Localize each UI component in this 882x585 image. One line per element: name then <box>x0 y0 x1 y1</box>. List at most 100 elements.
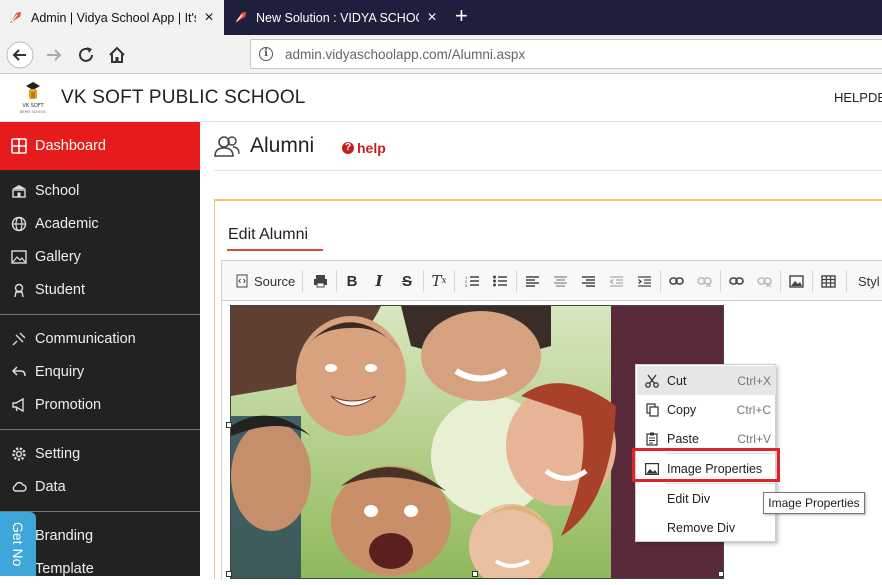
sidebar-item-gallery[interactable]: Gallery <box>0 240 200 273</box>
menu-item-cut[interactable]: Cut Ctrl+X <box>637 366 776 395</box>
anchor-button[interactable] <box>726 272 746 290</box>
communication-icon <box>9 329 29 349</box>
print-button[interactable] <box>310 272 330 290</box>
title-underline <box>227 249 323 251</box>
align-center-icon <box>553 275 567 287</box>
resize-handle[interactable] <box>718 571 724 577</box>
table-icon <box>820 274 836 288</box>
new-tab-button[interactable]: + <box>455 4 468 28</box>
browser-nav-bar: i admin.vidyaschoolapp.com/Alumni.aspx <box>0 35 882 74</box>
get-now-label: Get No <box>10 522 26 567</box>
unlink-button[interactable] <box>694 272 714 290</box>
sidebar-item-dashboard[interactable]: Dashboard <box>0 122 200 170</box>
page-header: Alumni <box>214 134 314 158</box>
sidebar-item-academic[interactable]: Academic <box>0 207 200 240</box>
tab-admin[interactable]: Admin | Vidya School App | It's × <box>0 0 224 35</box>
italic-button[interactable]: I <box>369 272 389 290</box>
menu-item-shortcut: Ctrl+X <box>737 373 771 388</box>
align-right-icon <box>581 275 595 287</box>
sidebar-item-promotion[interactable]: Promotion <box>0 388 200 421</box>
sidebar-item-setting[interactable]: Setting <box>0 437 200 470</box>
align-left-button[interactable] <box>522 272 542 290</box>
sidebar-item-communication[interactable]: Communication <box>0 322 200 355</box>
anchor-link-icon <box>728 277 744 285</box>
tab-title: New Solution : VIDYA SCHOOL <box>256 10 419 25</box>
insert-image-button[interactable] <box>786 272 806 290</box>
menu-item-shortcut: Ctrl+C <box>736 402 771 417</box>
toolbar-separator <box>812 270 813 292</box>
editor-toolbar: Source B I S Tx 123 Styl <box>222 261 882 301</box>
resize-handle[interactable] <box>226 422 232 428</box>
forward-arrow-icon <box>47 49 62 61</box>
close-tab-icon[interactable]: × <box>202 9 216 27</box>
sidebar-item-school[interactable]: School <box>0 174 200 207</box>
forward-button[interactable] <box>40 41 68 69</box>
align-left-icon <box>525 275 539 287</box>
sidebar-item-label: Branding <box>35 527 94 544</box>
sidebar-item-data[interactable]: Data <box>0 470 200 503</box>
remove-anchor-button[interactable] <box>754 272 774 290</box>
sidebar-item-label: Communication <box>35 330 136 347</box>
toolbar-separator <box>780 270 781 292</box>
menu-item-remove-div[interactable]: Remove Div <box>637 513 776 542</box>
toolbar-separator <box>302 270 303 292</box>
close-tab-icon[interactable]: × <box>425 9 439 27</box>
bold-button[interactable]: B <box>342 272 362 290</box>
address-bar[interactable]: i admin.vidyaschoolapp.com/Alumni.aspx <box>250 39 882 69</box>
source-button[interactable]: Source <box>236 272 298 290</box>
app-header: VK SOFT DEMO SCHOOL VK SOFT PUBLIC SCHOO… <box>0 74 882 122</box>
sidebar-item-student[interactable]: Student <box>0 273 200 306</box>
sidebar-item-label: Academic <box>35 215 99 232</box>
indent-button[interactable] <box>634 272 654 290</box>
sidebar-item-enquiry[interactable]: Enquiry <box>0 355 200 388</box>
svg-text:3: 3 <box>465 283 468 287</box>
sidebar-divider <box>0 429 200 430</box>
alumni-users-icon <box>214 136 240 157</box>
link-button[interactable] <box>666 272 686 290</box>
back-button[interactable] <box>6 41 34 69</box>
unlink-icon <box>696 277 712 287</box>
remove-format-button[interactable]: Tx <box>429 272 449 290</box>
help-link[interactable]: ? help <box>342 140 386 156</box>
home-button[interactable] <box>103 41 131 69</box>
school-name: VK SOFT PUBLIC SCHOOL <box>61 87 306 108</box>
styles-dropdown[interactable]: Styl <box>858 272 882 290</box>
source-icon <box>236 274 248 288</box>
strike-button[interactable]: S <box>397 272 417 290</box>
resize-handle[interactable] <box>226 571 232 577</box>
tab-title: Admin | Vidya School App | It's <box>31 10 196 25</box>
outdent-button[interactable] <box>606 272 626 290</box>
toolbar-separator <box>454 270 455 292</box>
helpdesk-link[interactable]: HELPDE <box>834 90 882 105</box>
sidebar-item-label: Promotion <box>35 396 102 413</box>
align-center-button[interactable] <box>550 272 570 290</box>
back-arrow-icon <box>6 41 34 69</box>
highlight-annotation-box <box>632 448 780 482</box>
menu-item-spacer <box>637 484 667 513</box>
image-icon <box>788 274 804 288</box>
menu-item-edit-div[interactable]: Edit Div <box>637 484 776 513</box>
bullet-list-icon <box>493 275 507 287</box>
tooltip: Image Properties <box>763 492 865 514</box>
resize-handle[interactable] <box>472 571 478 577</box>
print-icon <box>313 275 327 288</box>
numbered-list-icon: 123 <box>465 275 479 287</box>
numbered-list-button[interactable]: 123 <box>462 272 482 290</box>
get-now-button[interactable]: Get No <box>0 512 36 576</box>
school-logo-icon: VK SOFT DEMO SCHOOL <box>20 82 46 114</box>
menu-item-copy[interactable]: Copy Ctrl+C <box>637 395 776 424</box>
info-icon[interactable]: i <box>259 47 273 61</box>
favicon-icon <box>9 11 22 24</box>
sidebar-item-label: Template <box>35 560 94 577</box>
bullet-list-button[interactable] <box>490 272 510 290</box>
image-icon <box>9 247 29 267</box>
student-icon <box>9 280 29 300</box>
question-icon: ? <box>342 142 354 154</box>
tab-new-solution[interactable]: New Solution : VIDYA SCHOOL × <box>225 0 447 35</box>
reload-button[interactable] <box>72 41 100 69</box>
align-right-button[interactable] <box>578 272 598 290</box>
megaphone-icon <box>9 395 29 415</box>
table-button[interactable] <box>818 272 838 290</box>
dashboard-icon <box>9 136 29 156</box>
scissors-icon <box>637 366 667 395</box>
